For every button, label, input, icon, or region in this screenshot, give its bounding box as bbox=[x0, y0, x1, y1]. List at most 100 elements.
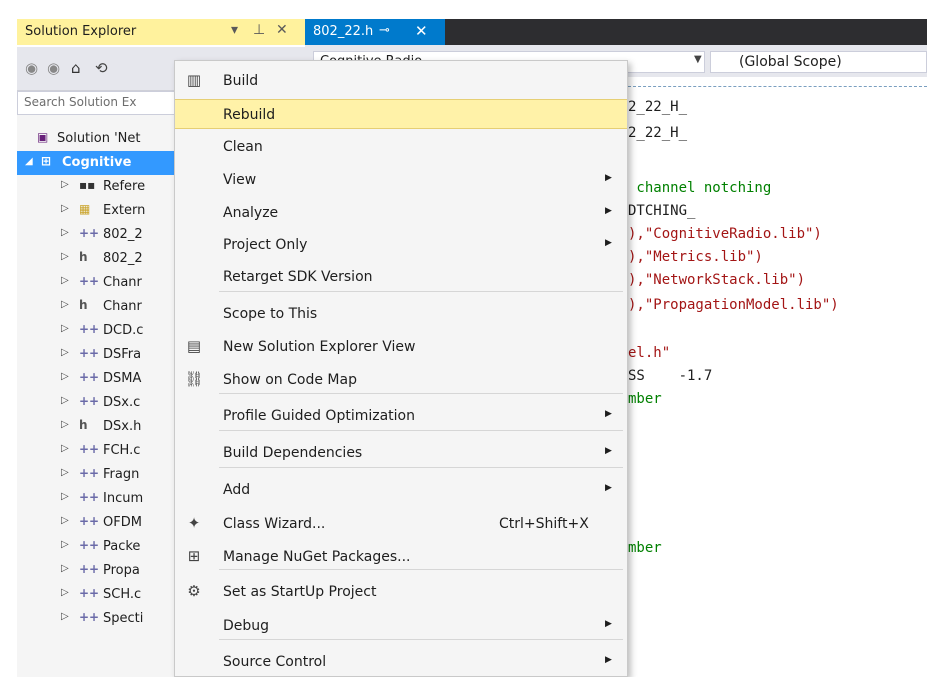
expand-arrow-icon[interactable]: ▷ bbox=[61, 299, 69, 310]
menu-separator bbox=[219, 569, 623, 570]
tree-item-label: Chanr bbox=[103, 275, 142, 290]
h-file-icon: h bbox=[79, 250, 88, 264]
menu-item-scope-to-this[interactable]: Scope to This bbox=[175, 299, 627, 329]
dropdown-icon[interactable]: ▾ bbox=[231, 22, 238, 38]
expand-arrow-icon[interactable]: ▷ bbox=[61, 539, 69, 550]
menu-item-label: Manage NuGet Packages... bbox=[223, 549, 411, 565]
expand-arrow-icon[interactable]: ▷ bbox=[61, 251, 69, 262]
c-file-icon: ++ bbox=[79, 610, 100, 624]
menu-item-show-on-code-map[interactable]: ⛓ Show on Code Map bbox=[175, 365, 627, 395]
history-icon[interactable]: ⟲ bbox=[95, 59, 108, 77]
menu-item-label: Profile Guided Optimization bbox=[223, 408, 415, 424]
expand-arrow-icon[interactable]: ▷ bbox=[61, 275, 69, 286]
menu-item-set-as-startup-project[interactable]: ⚙ Set as StartUp Project bbox=[175, 577, 627, 607]
back-icon[interactable]: ◉ bbox=[25, 59, 38, 77]
menu-item-analyze[interactable]: Analyze ▶ bbox=[175, 198, 627, 228]
expand-arrow-icon[interactable]: ▷ bbox=[61, 491, 69, 502]
menu-item-build[interactable]: ▥ Build bbox=[175, 66, 627, 96]
menu-item-rebuild[interactable]: Rebuild bbox=[175, 99, 627, 129]
expand-arrow-icon[interactable]: ▷ bbox=[61, 563, 69, 574]
pin-icon[interactable]: ⊥ bbox=[253, 22, 265, 38]
c-file-icon: ++ bbox=[79, 394, 100, 408]
expand-arrow-icon[interactable]: ▷ bbox=[61, 179, 69, 190]
class-wizard-icon: ✦ bbox=[187, 514, 201, 532]
c-file-icon: ++ bbox=[79, 226, 100, 240]
expand-arrow-icon[interactable]: ▷ bbox=[61, 443, 69, 454]
forward-icon[interactable]: ◉ bbox=[47, 59, 60, 77]
c-file-icon: ++ bbox=[79, 562, 100, 576]
code-line: SS -1.7 bbox=[628, 368, 713, 384]
expand-arrow-icon[interactable]: ▷ bbox=[61, 587, 69, 598]
menu-item-label: New Solution Explorer View bbox=[223, 339, 416, 355]
home-icon[interactable]: ⌂ bbox=[71, 59, 81, 77]
menu-item-profile-guided-optimization[interactable]: Profile Guided Optimization ▶ bbox=[175, 401, 627, 431]
code-line: el.h" bbox=[628, 345, 671, 361]
menu-item-label: Add bbox=[223, 482, 251, 498]
references-icon: ▪▪ bbox=[79, 178, 96, 192]
solution-explorer-titlebar: Solution Explorer ▾ ⊥ ✕ bbox=[17, 19, 305, 45]
menu-item-view[interactable]: View ▶ bbox=[175, 165, 627, 195]
menu-item-clean[interactable]: Clean bbox=[175, 132, 627, 162]
expand-arrow-icon[interactable]: ▷ bbox=[61, 395, 69, 406]
menu-item-label: View bbox=[223, 172, 257, 188]
c-file-icon: ++ bbox=[79, 538, 100, 552]
code-line: ),"NetworkStack.lib") bbox=[628, 272, 806, 288]
menu-item-label: Show on Code Map bbox=[223, 372, 357, 388]
expand-arrow-icon[interactable]: ▷ bbox=[61, 371, 69, 382]
menu-item-add[interactable]: Add ▶ bbox=[175, 475, 627, 505]
tree-item-label: Extern bbox=[103, 203, 146, 218]
menu-separator bbox=[219, 467, 623, 468]
menu-item-label: Project Only bbox=[223, 237, 308, 253]
tree-item-label: Refere bbox=[103, 179, 146, 194]
tab-close-icon[interactable]: ✕ bbox=[415, 22, 428, 40]
expand-arrow-icon[interactable]: ▷ bbox=[61, 323, 69, 334]
menu-item-new-solution-explorer-view[interactable]: ▤ New Solution Explorer View bbox=[175, 332, 627, 362]
build-icon: ▥ bbox=[186, 71, 202, 89]
new-window-icon: ▤ bbox=[186, 337, 202, 355]
expand-arrow-icon[interactable]: ▷ bbox=[61, 467, 69, 478]
tree-item-label: DSMA bbox=[103, 371, 142, 386]
menu-item-debug[interactable]: Debug ▶ bbox=[175, 611, 627, 641]
tab-802-22-h[interactable]: 802_22.h ⊸ ✕ bbox=[305, 19, 445, 45]
menu-item-manage-nuget-packages[interactable]: ⊞ Manage NuGet Packages... bbox=[175, 542, 627, 572]
menu-item-source-control[interactable]: Source Control ▶ bbox=[175, 647, 627, 677]
tree-item-label: DSx.h bbox=[103, 419, 142, 434]
folder-icon: ▦ bbox=[79, 202, 91, 216]
expand-arrow-icon[interactable]: ▷ bbox=[61, 515, 69, 526]
expand-arrow-icon[interactable]: ▷ bbox=[61, 419, 69, 430]
menu-item-shortcut: Ctrl+Shift+X bbox=[499, 516, 589, 532]
scope-dropdown[interactable]: (Global Scope) bbox=[710, 51, 927, 73]
tree-item-label: Specti bbox=[103, 611, 144, 626]
code-line: 2_22_H_ bbox=[628, 99, 688, 115]
menu-item-retarget-sdk-version[interactable]: Retarget SDK Version bbox=[175, 262, 627, 292]
menu-item-build-dependencies[interactable]: Build Dependencies ▶ bbox=[175, 438, 627, 468]
submenu-arrow-icon: ▶ bbox=[605, 655, 612, 665]
expand-arrow-icon[interactable]: ▷ bbox=[61, 227, 69, 238]
expand-arrow-icon[interactable]: ▷ bbox=[61, 203, 69, 214]
tree-item-label: SCH.c bbox=[103, 587, 142, 602]
submenu-arrow-icon: ▶ bbox=[605, 446, 612, 456]
close-icon[interactable]: ✕ bbox=[276, 22, 288, 38]
expand-arrow-icon[interactable]: ▷ bbox=[61, 347, 69, 358]
c-file-icon: ++ bbox=[79, 466, 100, 480]
menu-item-label: Build Dependencies bbox=[223, 445, 363, 461]
code-line: ),"Metrics.lib") bbox=[628, 249, 763, 265]
menu-item-label: Clean bbox=[223, 139, 263, 155]
tab-pin-icon[interactable]: ⊸ bbox=[379, 23, 390, 38]
tree-item-label: FCH.c bbox=[103, 443, 141, 458]
nuget-icon: ⊞ bbox=[187, 547, 201, 565]
collapse-arrow-icon[interactable]: ◢ bbox=[25, 156, 33, 167]
tree-item-label: Chanr bbox=[103, 299, 142, 314]
menu-item-project-only[interactable]: Project Only ▶ bbox=[175, 230, 627, 260]
submenu-arrow-icon: ▶ bbox=[605, 206, 612, 216]
scope-dropdown-value: (Global Scope) bbox=[739, 54, 842, 70]
tree-item-label: Fragn bbox=[103, 467, 140, 482]
expand-arrow-icon[interactable]: ▷ bbox=[61, 611, 69, 622]
code-line: DTCHING_ bbox=[628, 203, 696, 219]
menu-item-label: Debug bbox=[223, 618, 270, 634]
menu-item-label: Class Wizard... bbox=[223, 516, 326, 532]
code-line: ),"CognitiveRadio.lib") bbox=[628, 226, 822, 242]
code-region-divider bbox=[628, 86, 927, 87]
menu-item-class-wizard[interactable]: ✦ Class Wizard... Ctrl+Shift+X bbox=[175, 509, 627, 539]
menu-separator bbox=[219, 639, 623, 640]
